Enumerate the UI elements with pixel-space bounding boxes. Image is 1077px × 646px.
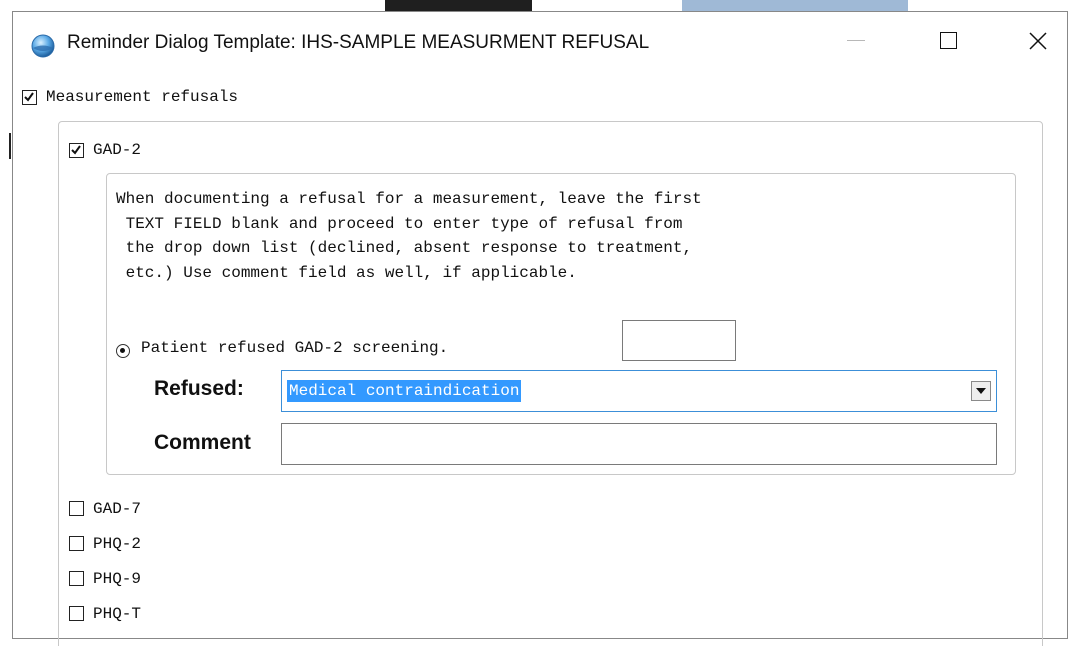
patient-refused-radio[interactable]	[116, 344, 130, 358]
phq2-checkbox[interactable]	[69, 536, 84, 551]
patient-refused-label: Patient refused GAD-2 screening.	[141, 339, 449, 357]
refusal-instructions: When documenting a refusal for a measure…	[116, 187, 1006, 285]
maximize-icon	[939, 32, 957, 49]
comment-field[interactable]	[281, 423, 997, 465]
background-window-edge	[0, 13, 12, 646]
chevron-down-icon	[976, 388, 986, 394]
dialog-content: Measurement refusals GAD-2 When document…	[13, 69, 1067, 646]
maximize-button[interactable]	[913, 12, 983, 69]
gad2-checkbox[interactable]	[69, 143, 84, 158]
dropdown-button[interactable]	[971, 381, 991, 401]
refused-select-value: Medical contraindication	[287, 380, 522, 402]
instruction-line: etc.) Use comment field as well, if appl…	[116, 263, 577, 282]
background-window-mark	[9, 133, 11, 159]
phq2-label: PHQ-2	[93, 535, 142, 553]
gad7-checkbox[interactable]	[69, 501, 84, 516]
phqt-checkbox[interactable]	[69, 606, 84, 621]
phq9-checkbox[interactable]	[69, 571, 84, 586]
checkmark-icon	[24, 92, 34, 102]
phqt-label: PHQ-T	[93, 605, 142, 623]
instruction-line: When documenting a refusal for a measure…	[116, 190, 702, 208]
phq9-label: PHQ-9	[93, 570, 142, 588]
close-button[interactable]	[1003, 12, 1073, 69]
screen: Reminder Dialog Template: IHS-SAMPLE MEA…	[0, 0, 1077, 646]
checkmark-icon	[71, 145, 81, 155]
gad7-label: GAD-7	[93, 500, 142, 518]
refused-label: Refused:	[154, 377, 244, 400]
refused-select[interactable]: Medical contraindication	[281, 370, 997, 412]
gad2-text-field[interactable]	[622, 320, 736, 361]
comment-label: Comment	[154, 431, 251, 454]
minimize-icon	[847, 40, 865, 41]
instruction-line: the drop down list (declined, absent res…	[116, 239, 693, 257]
measurement-refusals-label: Measurement refusals	[46, 88, 239, 106]
minimize-button[interactable]	[821, 12, 891, 69]
globe-app-icon	[31, 34, 55, 58]
reminder-dialog-window: Reminder Dialog Template: IHS-SAMPLE MEA…	[12, 11, 1068, 646]
window-title: Reminder Dialog Template: IHS-SAMPLE MEA…	[67, 32, 650, 53]
gad2-label: GAD-2	[93, 141, 142, 159]
instruction-line: TEXT FIELD blank and proceed to enter ty…	[116, 214, 683, 233]
title-bar[interactable]: Reminder Dialog Template: IHS-SAMPLE MEA…	[13, 12, 1067, 69]
close-icon	[1029, 31, 1047, 50]
measurement-refusals-checkbox[interactable]	[22, 90, 37, 105]
